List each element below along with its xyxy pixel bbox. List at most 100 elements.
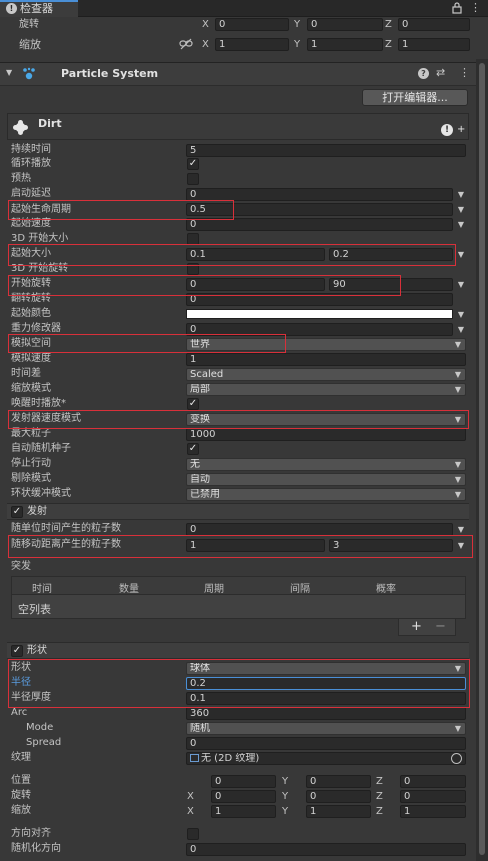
align-to-direction-checkbox[interactable] [187,828,199,840]
scrollbar-thumb[interactable] [479,63,485,855]
main-module-header[interactable]: Dirt ! + [7,113,469,140]
arc-spread-field[interactable]: 0 [186,737,466,750]
sscale-z-axis[interactable]: Z [376,805,383,818]
shape-scale-z[interactable]: 1 [400,805,466,818]
texture-value: 无 (2D 纹理) [201,753,260,764]
rot-z-axis[interactable]: Z [385,18,392,31]
max-particles-label: 最大粒子 [11,428,51,439]
culling-mode-dropdown[interactable]: 自动 ▼ [186,473,466,486]
scale-z-axis[interactable]: Z [385,38,392,51]
arc-label: Arc [11,707,28,718]
open-editor-button[interactable]: 打开编辑器... [362,89,468,106]
bursts-empty-text: 空列表 [18,603,51,616]
sscale-x-axis[interactable]: X [187,805,194,818]
shape-module-header[interactable]: ✓ 形状 [7,642,469,659]
sscale-y-axis[interactable]: Y [282,805,288,818]
start-rotation-curve-arrow[interactable]: ▼ [456,278,466,291]
start-size-curve-arrow[interactable]: ▼ [456,248,466,261]
lock-icon[interactable] [452,2,462,14]
rot-x-axis[interactable]: X [202,18,209,31]
duration-field[interactable]: 5 [186,144,466,157]
start-color-arrow[interactable]: ▼ [456,308,466,321]
culling-mode-label: 剔除模式 [11,473,51,484]
randomize-direction-label: 随机化方向 [11,843,61,854]
scale-x-axis[interactable]: X [202,38,209,51]
start-delay-curve-arrow[interactable]: ▼ [456,188,466,201]
play-on-awake-checkbox[interactable]: ✓ [187,398,199,410]
inspector-scrollbar[interactable] [476,59,488,861]
shape-scale-label: 缩放 [11,805,31,816]
start-color-swatch[interactable] [186,309,453,319]
chevron-down-icon: ▼ [454,385,461,394]
scale-x-field[interactable]: 1 [215,38,289,51]
pos-y-axis[interactable]: Y [282,775,288,788]
bursts-footer: + − [398,619,456,636]
scale-z-field[interactable]: 1 [398,38,470,51]
sim-speed-field[interactable]: 1 [186,353,466,366]
bursts-col-count: 数量 [119,584,139,595]
gravity-curve-arrow[interactable]: ▼ [456,323,466,336]
rate-over-time-label: 随单位时间产生的粒子数 [11,523,121,534]
shape-position-z[interactable]: 0 [400,775,466,788]
component-menu-icon[interactable]: ⋮ [459,66,470,79]
scale-y-field[interactable]: 1 [307,38,383,51]
emission-enable-checkbox[interactable]: ✓ [11,506,23,518]
srot-z-axis[interactable]: Z [376,790,383,803]
rot-y-field[interactable]: 0 [307,18,383,31]
add-module-icon[interactable]: + [457,124,465,135]
chevron-down-icon: ▼ [454,490,461,499]
shape-scale-y[interactable]: 1 [306,805,371,818]
rot-x-field[interactable]: 0 [215,18,289,31]
kebab-icon[interactable]: ⋮ [470,1,481,15]
foldout-arrow-icon[interactable]: ▼ [6,68,12,77]
highlight-start-lifetime [8,200,234,220]
remove-burst-button[interactable]: − [435,619,446,634]
shape-rotation-x[interactable]: 0 [211,790,276,803]
duration-label: 持续时间 [11,144,51,155]
module-help-icon[interactable]: ! [441,124,453,136]
start-lifetime-curve-arrow[interactable]: ▼ [456,203,466,216]
arc-mode-dropdown[interactable]: 随机 ▼ [186,722,466,735]
shape-scale-x[interactable]: 1 [211,805,276,818]
looping-checkbox[interactable]: ✓ [187,158,199,170]
scaling-mode-dropdown[interactable]: 局部 ▼ [186,383,466,396]
arc-field[interactable]: 360 [186,707,466,720]
randomize-direction-field[interactable]: 0 [186,843,466,856]
pos-z-axis[interactable]: Z [376,775,383,788]
shape-rotation-y[interactable]: 0 [306,790,371,803]
rot-y-axis[interactable]: Y [294,18,300,31]
scaling-mode-value: 局部 [190,384,210,395]
emission-module-header[interactable]: ✓ 发射 [7,503,469,520]
start-speed-curve-arrow[interactable]: ▼ [456,218,466,231]
delta-time-dropdown[interactable]: Scaled ▼ [186,368,466,381]
rot-z-field[interactable]: 0 [398,18,470,31]
prewarm-checkbox[interactable] [187,173,199,185]
max-particles-field[interactable]: 1000 [186,428,466,441]
shape-enable-checkbox[interactable]: ✓ [11,645,23,657]
texture-icon [190,754,199,762]
shape-position-y[interactable]: 0 [306,775,371,788]
srot-x-axis[interactable]: X [187,790,194,803]
culling-mode-value: 自动 [190,474,210,485]
chevron-down-icon: ▼ [454,724,461,733]
ring-buffer-dropdown[interactable]: 已禁用 ▼ [186,488,466,501]
add-burst-button[interactable]: + [411,619,422,634]
shape-rotation-z[interactable]: 0 [400,790,466,803]
shape-position-x[interactable]: 0 [211,775,276,788]
auto-random-seed-checkbox[interactable]: ✓ [187,443,199,455]
scale-y-axis[interactable]: Y [294,38,300,51]
bursts-col-interval: 间隔 [290,584,310,595]
start-delay-label: 启动延迟 [11,188,51,199]
link-icon[interactable] [179,38,193,50]
stop-action-dropdown[interactable]: 无 ▼ [186,458,466,471]
srot-y-axis[interactable]: Y [282,790,288,803]
texture-field[interactable]: 无 (2D 纹理) [186,752,466,765]
component-header[interactable]: ▼ Particle System ? ⇄ ⋮ [0,62,476,86]
object-picker-icon[interactable] [451,753,462,764]
tab-inspector[interactable]: ! 检查器 [0,0,78,17]
help-icon[interactable]: ? [418,68,429,79]
preset-icon[interactable]: ⇄ [436,66,445,79]
highlight-start-rotation [8,275,401,296]
chevron-down-icon: ▼ [454,340,461,349]
delta-time-label: 时间差 [11,368,41,379]
